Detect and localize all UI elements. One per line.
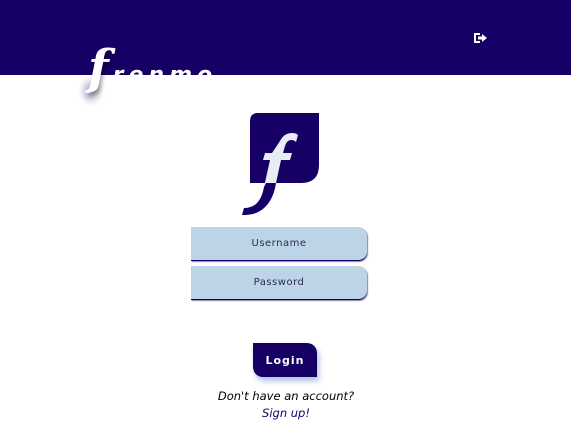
sign-out-icon[interactable] — [473, 30, 489, 44]
brand-logo[interactable]: f renmo — [88, 32, 217, 92]
frenmo-f-logo-icon — [240, 113, 322, 217]
brand-name: renmo — [112, 63, 218, 88]
password-input[interactable] — [191, 266, 367, 300]
login-page: f renmo Login Don't have an account? Sig… — [0, 0, 571, 435]
login-button[interactable]: Login — [253, 343, 317, 377]
username-input[interactable] — [191, 227, 367, 261]
signup-prompt: Don't have an account? — [217, 389, 355, 403]
signup-link[interactable]: Sign up! — [236, 406, 336, 420]
brand-initial: f — [88, 40, 109, 96]
